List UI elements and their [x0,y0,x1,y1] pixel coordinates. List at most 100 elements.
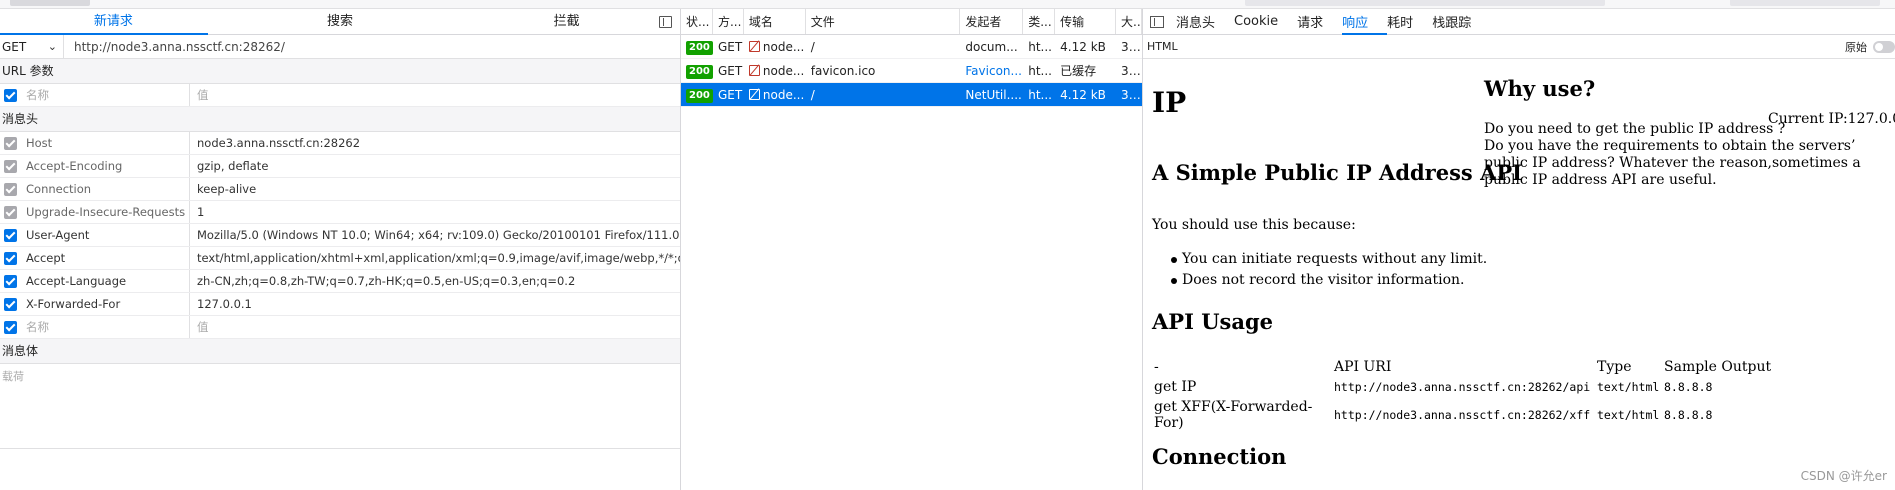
header-name-input[interactable]: Host [26,136,189,150]
raw-toggle[interactable]: 原始 [1845,39,1895,55]
header-name-input[interactable]: X-Forwarded-For [26,297,189,311]
request-initiator: docum... [965,39,1018,54]
tab-headers[interactable]: 消息头 [1176,12,1215,31]
column-file[interactable]: 文件 [806,9,961,34]
column-size[interactable]: 大... [1116,9,1142,34]
header-value-input[interactable]: zh-CN,zh;q=0.8,zh-TW;q=0.7,zh-HK;q=0.5,e… [190,274,680,288]
request-method: GET [717,63,743,78]
tab-response[interactable]: 响应 [1342,12,1368,31]
api-table: - API URI Type Sample Output get IP http… [1153,357,1772,433]
request-body-input[interactable]: 载荷 [0,364,680,449]
table-cell: text/html [1597,408,1660,422]
request-initiator[interactable]: Favicon... [960,64,1023,78]
request-editor-panel: 新请求 搜索 拦截 GET ⌄ http://node3.anna.nssctf… [0,9,681,490]
tab-new-request[interactable]: 新请求 [0,9,227,34]
header-value-input[interactable]: text/html,application/xhtml+xml,applicat… [190,251,680,265]
param-checkbox[interactable] [4,88,17,102]
header-row: Connection keep-alive [0,178,680,201]
header-row: Host node3.anna.nssctf.cn:28262 [0,132,680,155]
header-checkbox[interactable] [4,205,17,219]
url-input[interactable]: http://node3.anna.nssctf.cn:28262/ [64,40,680,54]
raw-switch[interactable] [1873,40,1895,53]
request-type: ht... [1028,87,1052,102]
header-checkbox[interactable] [4,228,17,242]
request-row[interactable]: 200 GET node... favicon.ico Favicon... h… [681,59,1142,83]
column-type[interactable]: 类... [1023,9,1056,34]
request-transfer: 4.12 kB [1060,39,1106,54]
request-size: 3.... [1121,39,1142,54]
request-method: GET [717,87,743,102]
table-cell: get IP [1154,379,1197,395]
column-method[interactable]: 方... [713,9,744,34]
response-format-bar: HTML 原始 [1143,35,1895,59]
param-value-input[interactable]: 值 [190,87,680,103]
network-list-header: 状... 方... 域名 文件 发起者 类... 传输 大... [681,9,1142,35]
tab-stack-trace[interactable]: 栈跟踪 [1432,12,1471,31]
header-value-input[interactable]: 1 [190,205,680,219]
why-use-title-text: Why use? [1484,76,1596,101]
request-file: / [810,39,815,54]
api-usage-title: API Usage [1152,309,1274,334]
toggle-sidebar-icon[interactable] [1150,15,1164,28]
method-value: GET [2,39,27,54]
why-use-line2: Do you have the requirements to obtain t… [1484,138,1861,188]
request-row[interactable]: 200 GET node... / docum... ht... 4.12 kB… [681,35,1142,59]
header-checkbox[interactable] [4,136,17,150]
header-checkbox[interactable] [4,251,17,265]
table-row: get XFF(X-Forwarded-For) http://node3.an… [1153,397,1772,433]
table-cell: 8.8.8.8 [1664,408,1713,422]
url-params-section-title: URL 参数 [0,59,680,84]
header-checkbox[interactable] [4,274,17,288]
header-value-input[interactable]: Mozilla/5.0 (Windows NT 10.0; Win64; x64… [190,228,680,242]
subtitle: A Simple Public IP Address API [1152,160,1522,185]
header-name-input[interactable]: Accept [26,251,189,265]
tab-cookie[interactable]: Cookie [1234,14,1278,29]
method-select[interactable]: GET ⌄ [0,35,64,58]
response-details-panel: 消息头 Cookie 请求 响应 耗时 栈跟踪 HTML 原始 IP Why u… [1143,9,1895,490]
collapse-panel-icon[interactable] [659,16,672,28]
header-value-input[interactable]: 值 [190,319,680,335]
tab-intercept[interactable]: 拦截 [453,9,680,34]
header-name-input[interactable]: Accept-Encoding [26,159,189,173]
tab-request[interactable]: 请求 [1297,12,1323,31]
request-domain: node... [762,63,805,78]
header-name-input[interactable]: Accept-Language [26,274,189,288]
header-name-input[interactable]: Connection [26,182,189,196]
header-name-input[interactable]: User-Agent [26,228,189,242]
column-status[interactable]: 状... [681,9,713,34]
header-row: User-Agent Mozilla/5.0 (Windows NT 10.0;… [0,224,680,247]
table-cell: text/html [1597,380,1660,394]
header-value-input[interactable]: 127.0.0.1 [190,297,680,311]
top-toolbar-strip [0,0,1895,9]
column-initiator[interactable]: 发起者 [960,9,1024,34]
request-row-selected[interactable]: 200 GET node... / NetUtil.... ht... 4.12… [681,83,1142,107]
header-row: Upgrade-Insecure-Requests 1 [0,201,680,224]
header-checkbox[interactable] [4,159,17,173]
table-header-cell: Sample Output [1664,359,1772,375]
header-value-input[interactable]: keep-alive [190,182,680,196]
header-checkbox[interactable] [4,320,17,334]
header-row-empty: 名称 值 [0,316,680,339]
list-item: You can initiate requests without any li… [1170,249,1487,270]
tab-timings[interactable]: 耗时 [1387,12,1413,31]
column-transfer[interactable]: 传输 [1055,9,1117,34]
header-checkbox[interactable] [4,182,17,196]
request-domain: node... [762,87,805,102]
tab-search[interactable]: 搜索 [227,9,454,34]
insecure-lock-icon [748,64,760,76]
header-value-input[interactable]: gzip, deflate [190,159,680,173]
editor-tabs: 新请求 搜索 拦截 [0,9,680,35]
header-name-input[interactable]: Upgrade-Insecure-Requests [26,205,189,219]
header-checkbox[interactable] [4,297,17,311]
header-value-input[interactable]: node3.anna.nssctf.cn:28262 [190,136,680,150]
table-header-cell: - [1154,359,1159,375]
column-domain[interactable]: 域名 [744,9,806,34]
request-domain-cell: node... [744,88,806,102]
table-cell: http://node3.anna.nssctf.cn:28262/api [1334,380,1591,394]
param-name-input[interactable]: 名称 [26,87,189,103]
request-size: 3.... [1121,63,1142,78]
details-tabs: 消息头 Cookie 请求 响应 耗时 栈跟踪 [1143,9,1895,35]
param-row-empty: 名称 值 [0,84,680,107]
header-name-input[interactable]: 名称 [26,319,189,335]
list-item: Does not record the visitor information. [1170,270,1487,291]
